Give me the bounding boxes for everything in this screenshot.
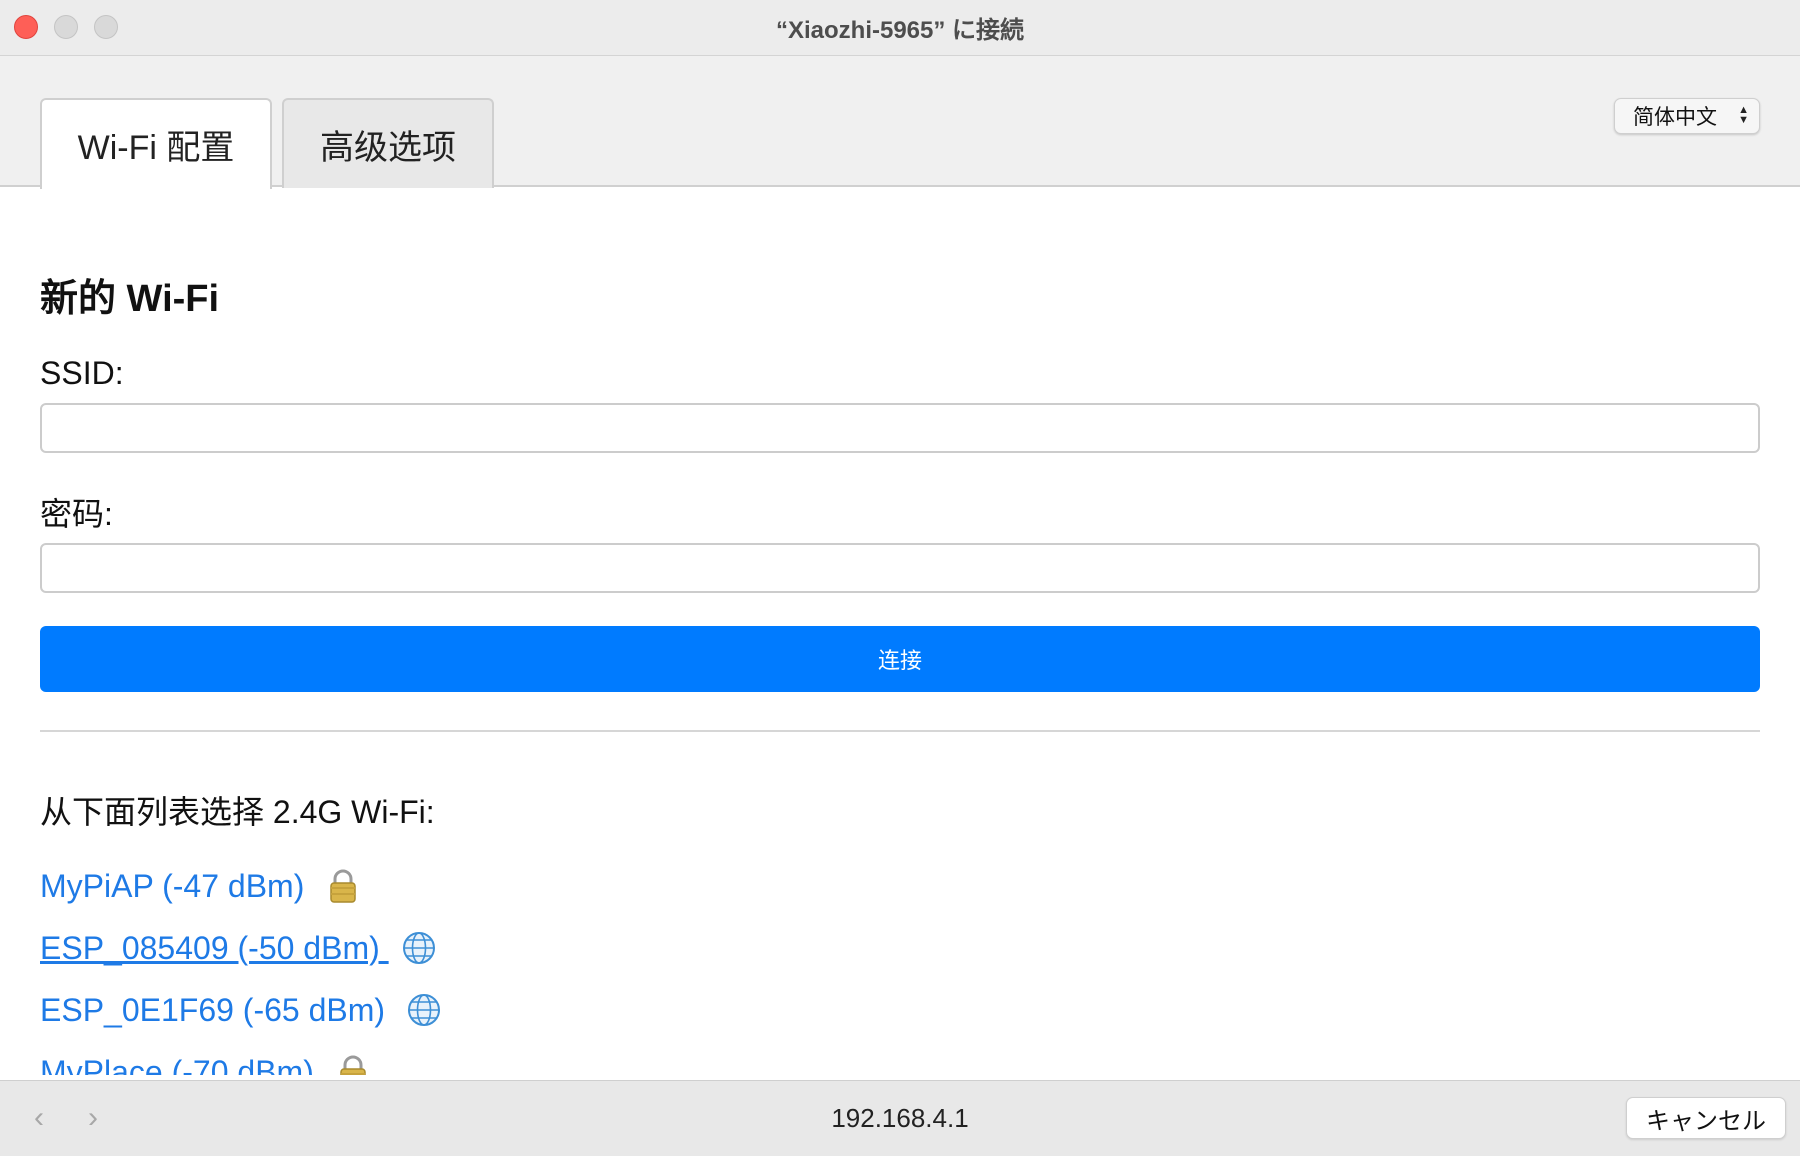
language-select-value: 简体中文 <box>1633 106 1717 129</box>
network-item-label: MyPiAP (-47 dBm) <box>40 867 314 904</box>
network-item-label: MyPlace (-70 dBm) <box>40 1053 323 1076</box>
password-label: 密码: <box>40 496 113 532</box>
maximize-window-button[interactable] <box>94 15 118 39</box>
minimize-window-button[interactable] <box>54 15 78 39</box>
language-select[interactable]: 简体中文 ▲ ▼ <box>1614 98 1760 134</box>
cancel-button[interactable]: キャンセル <box>1626 1097 1786 1139</box>
bottom-bar: ‹ › 192.168.4.1 キャンセル <box>0 1080 1800 1156</box>
tab-bar: Wi-Fi 配置 高级选项 简体中文 ▲ ▼ <box>0 56 1800 189</box>
network-item-label: ESP_085409 (-50 dBm) <box>40 929 389 966</box>
network-list: MyPiAP (-47 dBm) ESP_085409 (-50 dBm) ES… <box>40 855 1760 1075</box>
form-heading: 新的 Wi-Fi <box>40 278 220 320</box>
window-controls <box>14 15 118 39</box>
tab-wifi-config[interactable]: Wi-Fi 配置 <box>40 98 272 189</box>
network-item[interactable]: MyPiAP (-47 dBm) <box>40 855 1760 917</box>
select-arrows-icon: ▲ ▼ <box>1738 104 1749 126</box>
network-list-title: 从下面列表选择 2.4G Wi-Fi: <box>40 794 435 830</box>
network-item-label: ESP_0E1F69 (-65 dBm) <box>40 991 394 1028</box>
network-item[interactable]: ESP_0E1F69 (-65 dBm) <box>40 979 1760 1041</box>
globe-icon <box>407 994 440 1026</box>
lock-icon <box>330 869 356 903</box>
password-input[interactable] <box>40 543 1760 593</box>
window-title: “Xiaozhi-5965” に接続 <box>775 17 1025 44</box>
lock-icon <box>339 1055 366 1075</box>
tab-advanced-options[interactable]: 高级选项 <box>282 98 494 188</box>
title-bar: “Xiaozhi-5965” に接続 <box>0 0 1800 56</box>
network-item[interactable]: ESP_085409 (-50 dBm) <box>40 917 1760 979</box>
network-item[interactable]: MyPlace (-70 dBm) <box>40 1041 1760 1075</box>
globe-icon <box>402 932 435 964</box>
close-window-button[interactable] <box>14 15 38 39</box>
divider <box>40 730 1760 732</box>
ssid-input[interactable] <box>40 403 1760 453</box>
connect-button[interactable]: 连接 <box>40 626 1760 692</box>
url-display: 192.168.4.1 <box>831 1103 969 1133</box>
ssid-label: SSID: <box>40 355 124 391</box>
